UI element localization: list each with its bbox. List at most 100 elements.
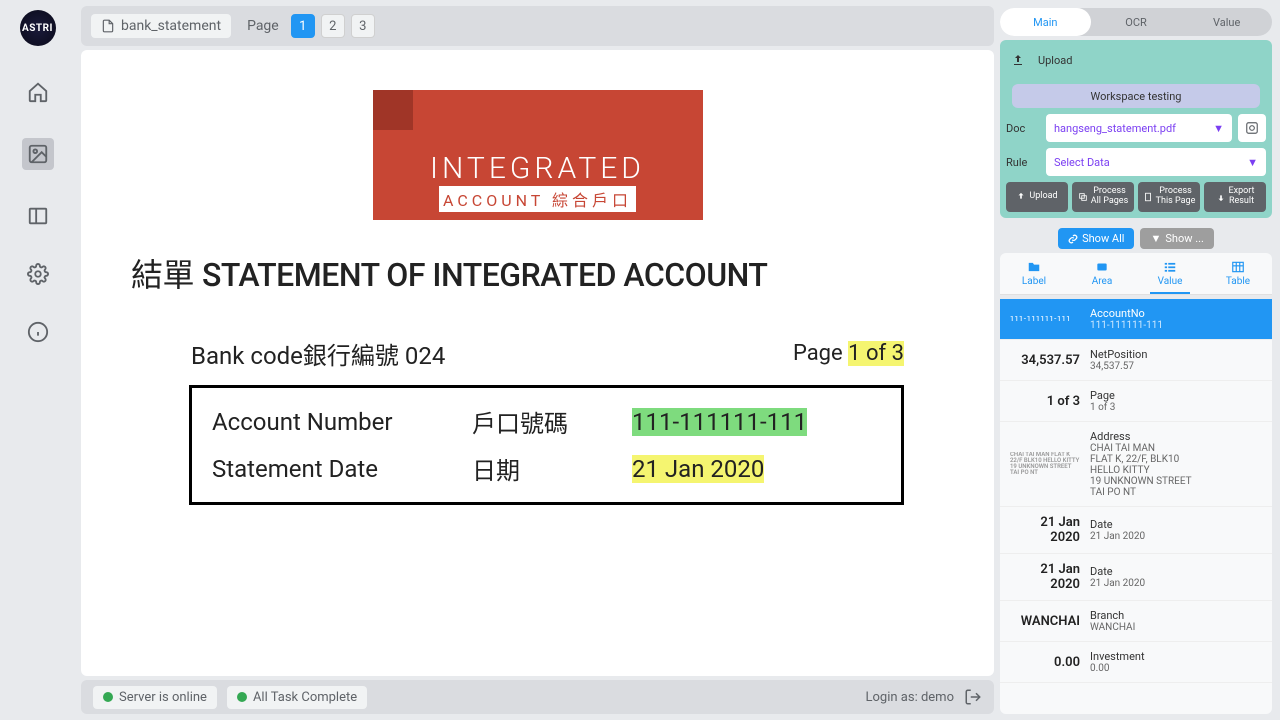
value-info: BranchWANCHAI — [1090, 609, 1262, 633]
value-name: Page — [1090, 389, 1262, 402]
rule-select[interactable]: Select Data ▼ — [1046, 148, 1266, 176]
value-thumbnail: CHAI TAI MAN FLAT K 22/F BLK10 HELLO KIT… — [1010, 452, 1080, 476]
value-subtext: 0.00 — [1090, 663, 1262, 674]
value-subtext: 21 Jan 2020 — [1090, 531, 1262, 542]
rule-select-label: Rule — [1006, 156, 1040, 169]
account-number-value: 111-111111-111 — [632, 408, 807, 436]
right-panel: Main OCR Value Upload Workspace testing … — [1000, 0, 1280, 720]
bank-logo-line1: INTEGRATED — [430, 154, 645, 184]
value-name: AccountNo — [1090, 307, 1262, 320]
value-subtext: CHAI TAI MAN — [1090, 443, 1262, 454]
doc-select-label: Doc — [1006, 122, 1040, 135]
settings-icon[interactable] — [26, 262, 50, 286]
value-info: AddressCHAI TAI MANFLAT K, 22/F, BLK10HE… — [1090, 430, 1262, 498]
value-row[interactable]: 21 Jan 2020Date21 Jan 2020 — [1000, 507, 1272, 554]
show-all-button[interactable]: Show All — [1058, 228, 1134, 249]
folder-icon — [1027, 260, 1041, 274]
value-subtext: 19 UNKNOWN STREET — [1090, 476, 1262, 487]
task-status: All Task Complete — [227, 686, 367, 709]
subtab-value[interactable]: Value — [1136, 253, 1204, 294]
bank-code: Bank code銀行編號 024 — [191, 336, 445, 371]
value-subtext: WANCHAI — [1090, 622, 1262, 633]
show-buttons: Show All ▼ Show ... — [1000, 228, 1272, 249]
value-row[interactable]: 0.00Investment0.00 — [1000, 642, 1272, 683]
info-icon[interactable] — [26, 320, 50, 344]
upload-button[interactable]: Upload — [1006, 182, 1068, 212]
value-name: Date — [1090, 518, 1262, 531]
file-icon — [101, 19, 115, 33]
statement-date-value: 21 Jan 2020 — [632, 455, 764, 483]
status-bar: Server is online All Task Complete Login… — [81, 680, 994, 714]
show-more-button[interactable]: ▼ Show ... — [1140, 228, 1213, 249]
status-dot-icon — [103, 692, 113, 702]
export-button[interactable]: ExportResult — [1204, 182, 1266, 212]
link-icon — [1068, 234, 1078, 244]
tab-main[interactable]: Main — [1000, 8, 1091, 36]
value-thumbnail: 21 Jan 2020 — [1010, 515, 1080, 545]
control-panel: Upload Workspace testing Doc hangseng_st… — [1000, 40, 1272, 218]
value-subtext: 21 Jan 2020 — [1090, 578, 1262, 589]
value-subtext: FLAT K, 22/F, BLK10 — [1090, 454, 1262, 465]
value-row[interactable]: CHAI TAI MAN FLAT K 22/F BLK10 HELLO KIT… — [1000, 422, 1272, 507]
workspace-chip[interactable]: Workspace testing — [1012, 84, 1260, 108]
value-row[interactable]: WANCHAIBranchWANCHAI — [1000, 601, 1272, 642]
sub-tabs: Label Area Value Table — [1000, 253, 1272, 295]
bank-logo-line2: ACCOUNT 綜合戶口 — [439, 186, 636, 212]
table-icon — [1231, 260, 1245, 274]
panel-icon[interactable] — [26, 204, 50, 228]
value-name: Investment — [1090, 650, 1262, 663]
doc-select-row: Doc hangseng_statement.pdf ▼ — [1006, 114, 1266, 142]
value-subtext: 34,537.57 — [1090, 361, 1262, 372]
value-row[interactable]: 21 Jan 2020Date21 Jan 2020 — [1000, 554, 1272, 601]
server-status: Server is online — [93, 686, 217, 709]
chevron-down-icon: ▼ — [1247, 156, 1258, 169]
home-icon[interactable] — [26, 80, 50, 104]
value-subtext: HELLO KITTY — [1090, 465, 1262, 476]
statement-title-cn: 結單 — [131, 250, 194, 296]
rule-select-row: Rule Select Data ▼ — [1006, 148, 1266, 176]
value-subtext: TAI PO NT — [1090, 487, 1262, 498]
value-info: Page1 of 3 — [1090, 389, 1262, 413]
value-info: Date21 Jan 2020 — [1090, 518, 1262, 542]
left-sidebar: ASTRI — [0, 0, 75, 720]
preview-button[interactable] — [1238, 114, 1266, 142]
doc-select[interactable]: hangseng_statement.pdf ▼ — [1046, 114, 1232, 142]
account-info-box: Account Number 戶口號碼 111-111111-111 State… — [189, 385, 904, 505]
subtab-table[interactable]: Table — [1204, 253, 1272, 294]
process-this-button[interactable]: ProcessThis Page — [1138, 182, 1200, 212]
subtab-label[interactable]: Label — [1000, 253, 1068, 294]
value-thumbnail: 1 of 3 — [1010, 394, 1080, 409]
doc-name-chip[interactable]: bank_statement — [91, 14, 231, 38]
account-number-row: Account Number 戶口號碼 111-111111-111 — [212, 398, 881, 445]
copy-icon — [1078, 192, 1088, 202]
value-thumbnail: 21 Jan 2020 — [1010, 562, 1080, 592]
upload-icon — [1012, 54, 1024, 66]
page-1-button[interactable]: 1 — [291, 14, 315, 38]
list-icon — [1163, 260, 1177, 274]
value-row[interactable]: 34,537.57NetPosition34,537.57 — [1000, 340, 1272, 381]
area-icon — [1095, 260, 1109, 274]
document-viewer[interactable]: INTEGRATED ACCOUNT 綜合戶口 結單 STATEMENT OF … — [81, 50, 994, 676]
tab-value[interactable]: Value — [1181, 8, 1272, 36]
process-all-button[interactable]: ProcessAll Pages — [1072, 182, 1134, 212]
doc-name-text: bank_statement — [121, 18, 221, 34]
bank-logo: INTEGRATED ACCOUNT 綜合戶口 — [373, 90, 703, 220]
logout-icon[interactable] — [964, 688, 982, 706]
value-row[interactable]: 111-111111-111AccountNo111-111111-111 — [1000, 299, 1272, 340]
login-as: Login as: demo — [866, 690, 954, 705]
status-dot-icon — [237, 692, 247, 702]
value-subtext: 1 of 3 — [1090, 402, 1262, 413]
value-thumbnail: 34,537.57 — [1010, 353, 1080, 368]
image-icon[interactable] — [22, 138, 54, 170]
app-logo: ASTRI — [20, 10, 56, 46]
tab-ocr[interactable]: OCR — [1091, 8, 1182, 36]
page-3-button[interactable]: 3 — [351, 14, 375, 38]
upload-bar[interactable]: Upload — [1006, 46, 1266, 74]
page-2-button[interactable]: 2 — [321, 14, 345, 38]
page-icon — [1143, 192, 1153, 202]
value-list[interactable]: 111-111111-111AccountNo111-111111-11134,… — [1000, 299, 1272, 714]
subtab-area[interactable]: Area — [1068, 253, 1136, 294]
page-selector: 1 2 3 — [291, 14, 375, 38]
value-row[interactable]: 1 of 3Page1 of 3 — [1000, 381, 1272, 422]
value-name: Address — [1090, 430, 1262, 443]
